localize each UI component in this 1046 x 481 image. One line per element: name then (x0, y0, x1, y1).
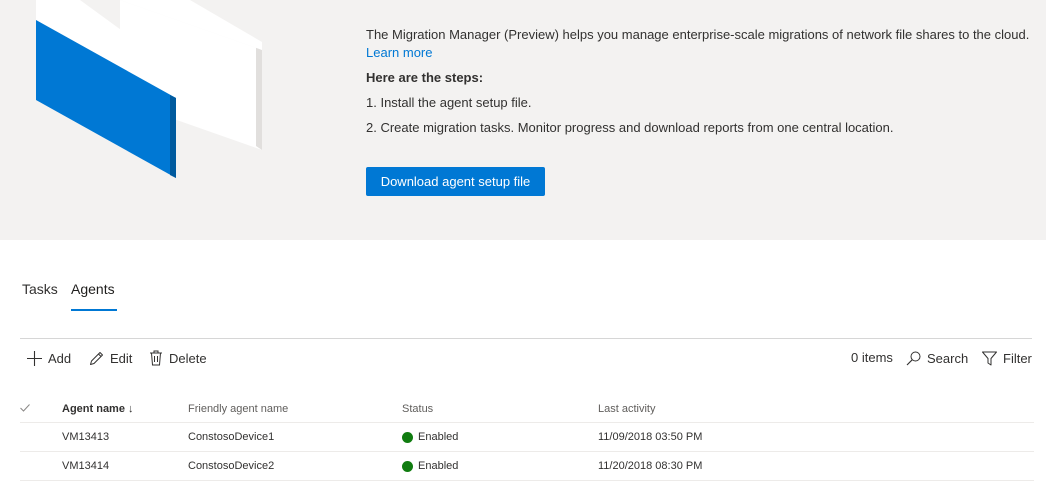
status-cell: Enabled (402, 422, 598, 452)
last-activity-header-label: Last activity (598, 403, 656, 415)
status-label: Enabled (418, 431, 459, 443)
tab-agents[interactable]: Agents (71, 281, 115, 297)
filter-button[interactable]: Filter (982, 349, 1032, 367)
status-label: Enabled (418, 460, 459, 472)
table-row[interactable]: VM13413 ConstosoDevice1 Enabled 11/09/20… (20, 422, 1034, 452)
delete-button[interactable]: Delete (149, 349, 207, 367)
filter-label: Filter (1003, 350, 1032, 366)
add-label: Add (48, 350, 72, 366)
column-header-friendly-name[interactable]: Friendly agent name (188, 396, 402, 423)
status-enabled-icon (402, 431, 413, 443)
last-activity-cell: 11/20/2018 08:30 PM (598, 451, 1034, 481)
tab-tasks[interactable]: Tasks (22, 281, 58, 297)
agent-name-cell: VM13414 (62, 451, 188, 481)
edit-button[interactable]: Edit (89, 349, 132, 367)
divider (20, 338, 1032, 339)
row-checkbox[interactable] (20, 422, 62, 452)
last-activity-cell: 11/09/2018 03:50 PM (598, 422, 1034, 452)
table-header-row: Agent name ↓ Friendly agent name Status L… (20, 396, 1034, 423)
friendly-name-cell: ConstosoDevice1 (188, 422, 402, 452)
learn-more-link[interactable]: Learn more (366, 44, 1029, 62)
intro-section: The Migration Manager (Preview) helps yo… (366, 26, 1029, 137)
friendly-name-cell: ConstosoDevice2 (188, 451, 402, 481)
delete-icon (150, 350, 162, 366)
search-button[interactable]: Search (906, 349, 968, 367)
edit-icon (90, 351, 103, 365)
tab-selected-indicator (71, 309, 117, 311)
download-agent-setup-button[interactable]: Download agent setup file (366, 167, 545, 196)
items-count: 0 items (851, 350, 893, 365)
column-header-status[interactable]: Status (402, 396, 598, 423)
intro-description: The Migration Manager (Preview) helps yo… (366, 27, 1030, 42)
step-1: 1. Install the agent setup file. (366, 95, 532, 110)
check-icon (20, 404, 30, 412)
add-button[interactable]: Add (27, 349, 71, 367)
filter-icon (982, 351, 997, 365)
select-all-checkbox[interactable] (20, 396, 62, 423)
row-checkbox[interactable] (20, 451, 62, 481)
step-2: 2. Create migration tasks. Monitor progr… (366, 120, 894, 135)
delete-label: Delete (169, 350, 207, 366)
agent-name-header-label: Agent name (62, 403, 125, 415)
table-row[interactable]: VM13414 ConstosoDevice2 Enabled 11/20/20… (20, 451, 1034, 481)
sort-descending-icon: ↓ (127, 403, 134, 415)
steps-title: Here are the steps: (366, 70, 484, 85)
status-enabled-icon (402, 460, 413, 472)
add-icon (27, 350, 42, 366)
search-icon (906, 351, 921, 365)
agents-table: Agent name ↓ Friendly agent name Status L… (20, 396, 1034, 481)
status-header-label: Status (402, 403, 434, 415)
agent-name-cell: VM13413 (62, 422, 188, 452)
edit-label: Edit (110, 350, 133, 366)
column-header-last-activity[interactable]: Last activity (598, 396, 1034, 423)
migration-illustration (36, 0, 262, 178)
search-label: Search (927, 350, 969, 366)
friendly-name-header-label: Friendly agent name (188, 403, 289, 415)
status-cell: Enabled (402, 451, 598, 481)
column-header-agent-name[interactable]: Agent name ↓ (62, 396, 188, 423)
hero-panel: The Migration Manager (Preview) helps yo… (0, 0, 1046, 240)
